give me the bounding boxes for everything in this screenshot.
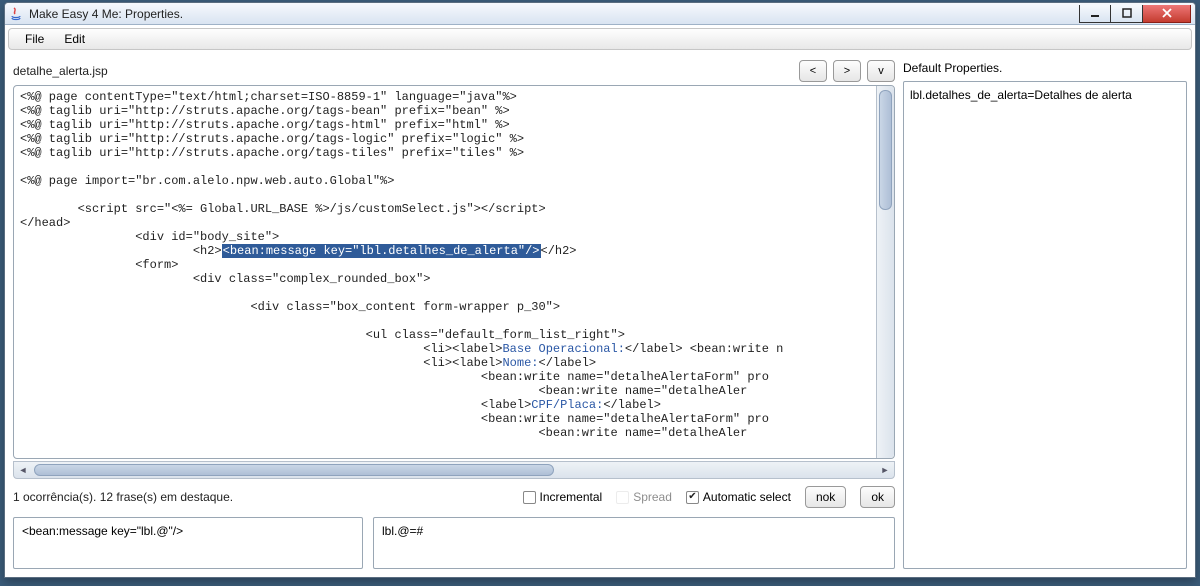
spread-checkbox: Spread [616,490,672,504]
titlebar: Make Easy 4 Me: Properties. [5,3,1195,25]
highlighted-selection: <bean:message key="lbl.detalhes_de_alert… [222,244,541,258]
menu-edit[interactable]: Edit [56,30,93,48]
maximize-button[interactable] [1111,5,1143,23]
properties-list[interactable]: lbl.detalhes_de_alerta=Detalhes de alert… [903,81,1187,569]
app-window: Make Easy 4 Me: Properties. File Edit de… [4,2,1196,578]
nav-forward-button[interactable]: > [833,60,861,82]
menu-file[interactable]: File [17,30,52,48]
incremental-checkbox[interactable]: Incremental [523,490,603,504]
property-entry: lbl.detalhes_de_alerta=Detalhes de alert… [910,88,1180,102]
status-text: 1 ocorrência(s). 12 frase(s) em destaque… [13,490,233,504]
output-input[interactable]: lbl.@=# [373,517,895,569]
horizontal-scrollbar[interactable]: ◄ ► [13,461,895,479]
nav-down-button[interactable]: v [867,60,895,82]
automatic-select-checkbox[interactable]: Automatic select [686,490,791,504]
default-properties-title: Default Properties. [903,57,1187,81]
menubar: File Edit [8,28,1192,50]
minimize-button[interactable] [1079,5,1111,23]
close-button[interactable] [1143,5,1191,23]
scrollbar-thumb[interactable] [34,464,554,476]
vertical-scrollbar[interactable] [876,86,894,458]
code-editor[interactable]: <%@ page contentType="text/html;charset=… [13,85,895,459]
ok-button[interactable]: ok [860,486,895,508]
pattern-input[interactable]: <bean:message key="lbl.@"/> [13,517,363,569]
window-controls [1079,5,1191,23]
window-title: Make Easy 4 Me: Properties. [29,7,183,21]
java-icon [9,7,23,21]
scroll-right-icon[interactable]: ► [876,462,894,478]
nav-back-button[interactable]: < [799,60,827,82]
filename-label: detalhe_alerta.jsp [13,64,108,78]
scrollbar-thumb[interactable] [879,90,892,210]
scroll-left-icon[interactable]: ◄ [14,462,32,478]
nok-button[interactable]: nok [805,486,846,508]
